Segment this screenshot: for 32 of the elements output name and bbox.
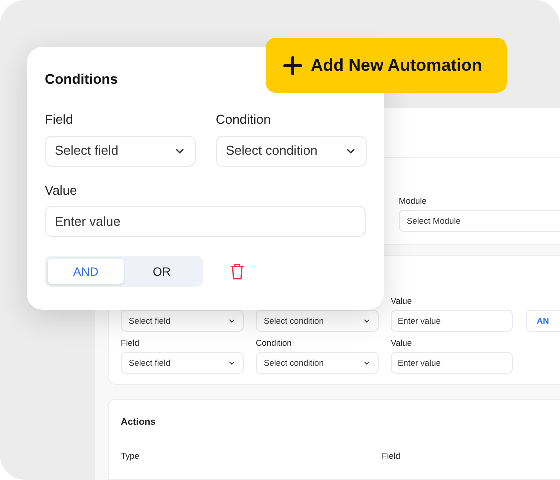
plus-icon xyxy=(283,56,303,76)
select-field[interactable]: Select condition xyxy=(256,310,379,332)
field-label: Module xyxy=(399,196,428,207)
value-input[interactable]: Enter value xyxy=(45,206,366,237)
chevron-down-icon xyxy=(363,317,371,325)
field-label: Type xyxy=(121,450,140,463)
field-label: Field xyxy=(45,111,74,129)
field-label: Field xyxy=(121,338,140,349)
and-button[interactable]: AN xyxy=(526,310,560,332)
trash-icon[interactable] xyxy=(230,263,245,280)
chevron-down-icon xyxy=(228,317,236,325)
field-label: Field xyxy=(382,450,402,463)
chevron-down-icon xyxy=(363,359,371,367)
section-title: Actions xyxy=(121,416,157,430)
field-label: Value xyxy=(391,338,414,349)
input-field[interactable]: Enter value xyxy=(391,310,513,332)
logic-tab[interactable]: OR xyxy=(124,259,200,284)
select-field[interactable]: Select field xyxy=(45,136,196,166)
field-label: Condition xyxy=(256,338,293,349)
input-field[interactable]: Enter value xyxy=(391,352,513,374)
select-field[interactable]: Select condition xyxy=(256,352,379,374)
select-field[interactable]: Select field xyxy=(121,310,244,332)
add-automation-button[interactable]: Add New Automation xyxy=(266,38,507,93)
select-field[interactable]: Select field xyxy=(121,352,244,374)
field-label: Value xyxy=(45,182,78,200)
field-label: Condition xyxy=(216,111,272,129)
chevron-down-icon xyxy=(228,359,236,367)
logic-tab[interactable]: AND xyxy=(48,259,124,284)
field-label: Value xyxy=(391,296,414,307)
card-title: Conditions xyxy=(45,70,120,89)
select-field[interactable]: Select Module xyxy=(399,210,560,232)
select-field[interactable]: Select condition xyxy=(216,136,367,166)
